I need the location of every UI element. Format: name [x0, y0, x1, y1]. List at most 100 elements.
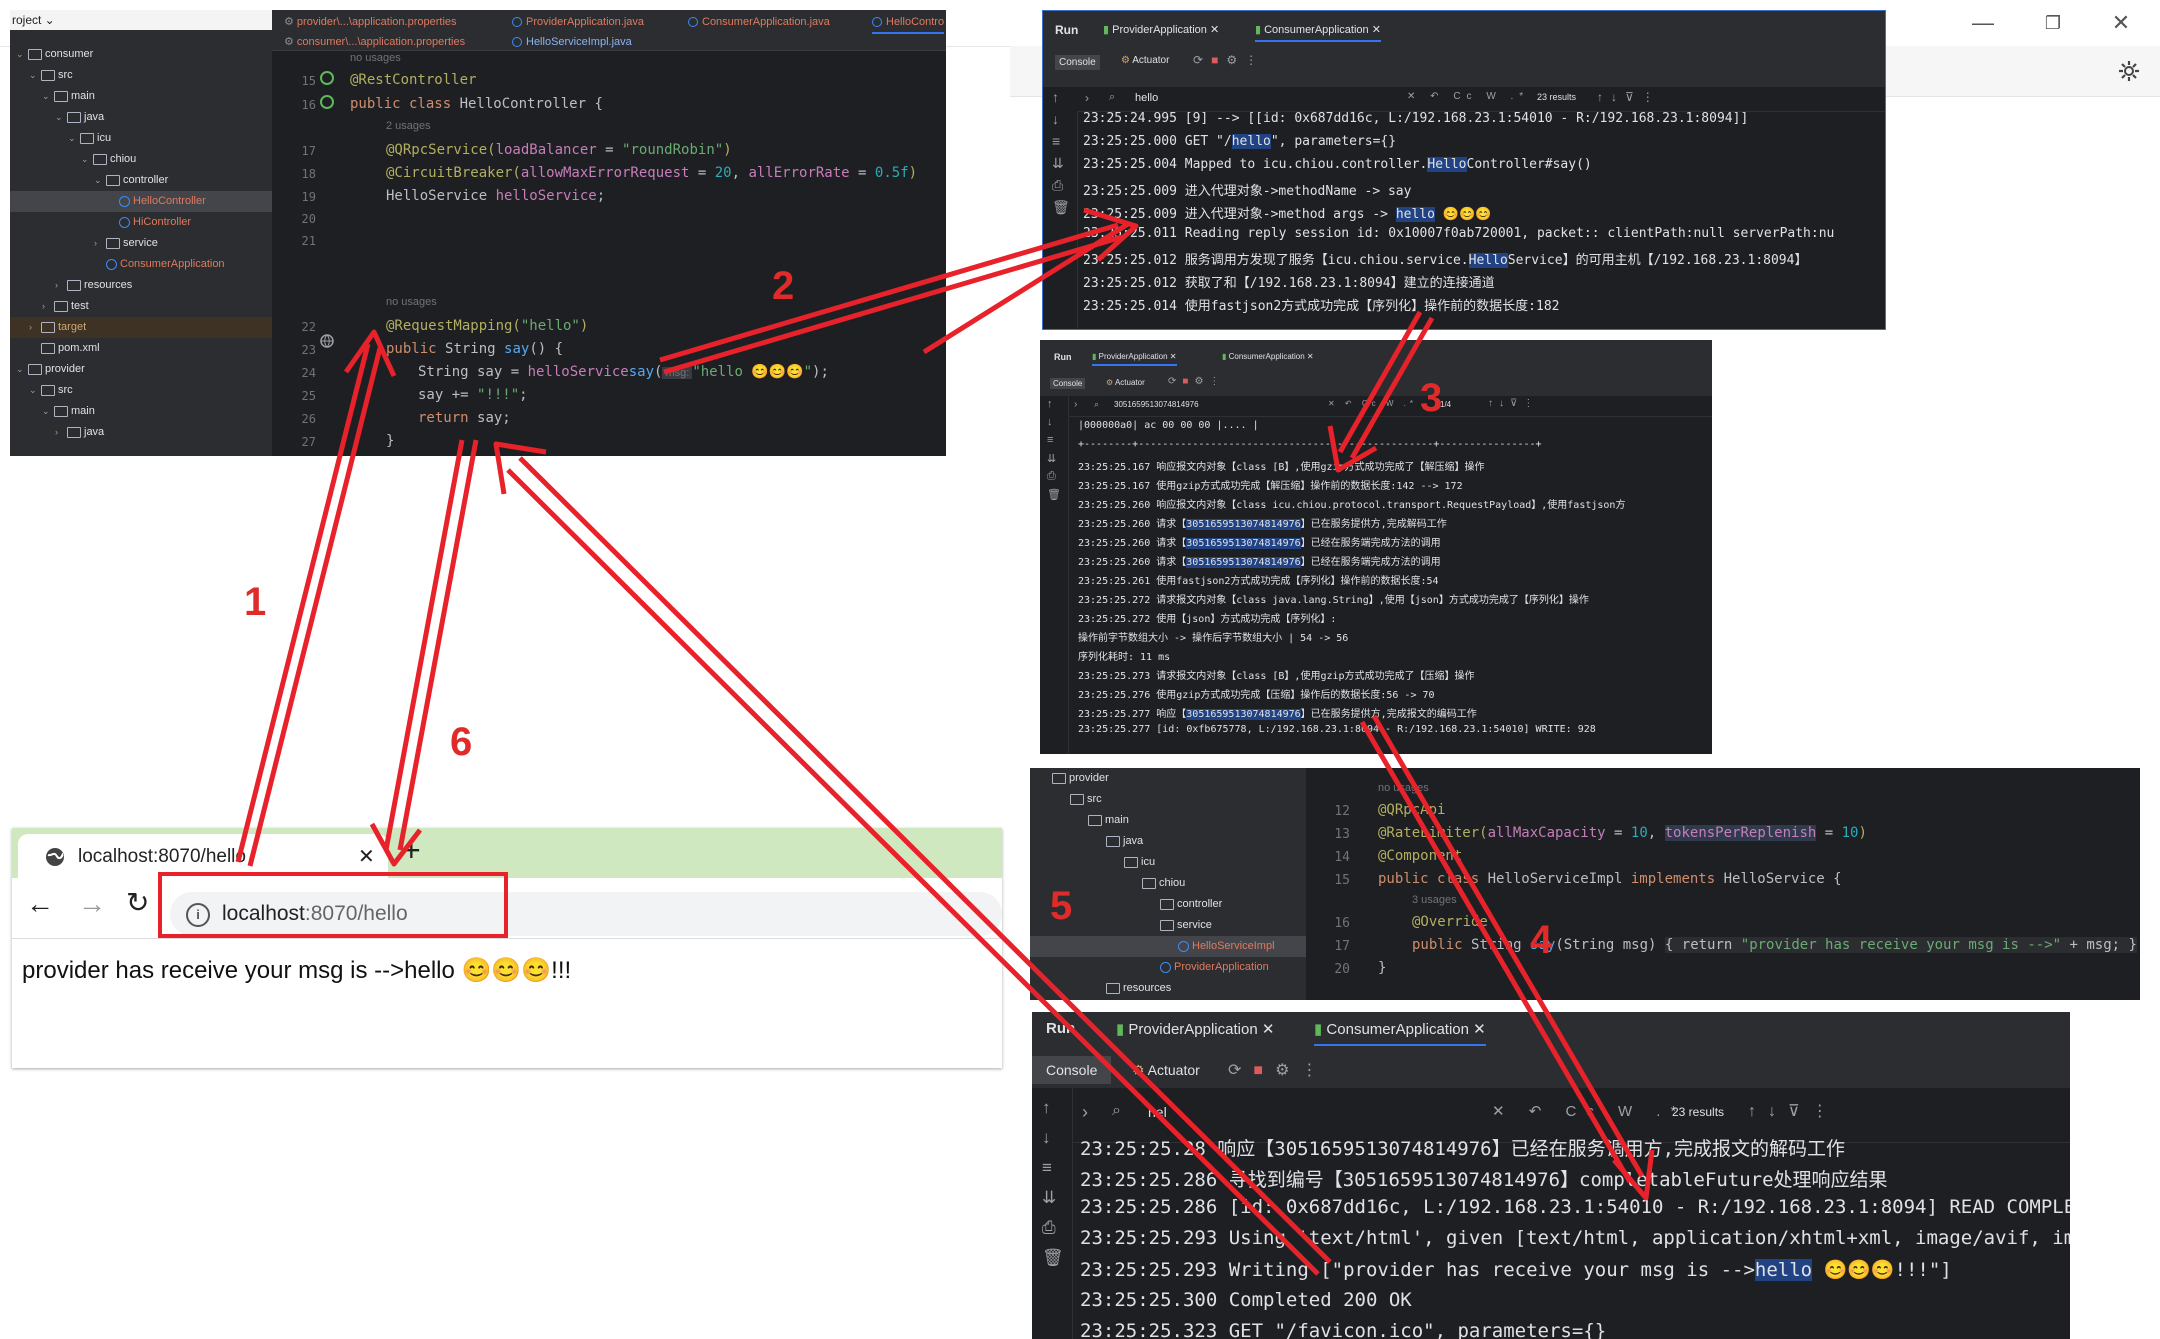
tree-item[interactable]: ⌄ consumer: [10, 44, 272, 65]
tree-item[interactable]: › test: [10, 296, 272, 317]
tree-item[interactable]: ⌄ main: [10, 86, 272, 107]
console-tab[interactable]: Console: [1055, 55, 1100, 70]
info-icon[interactable]: i: [186, 903, 210, 927]
chevron-right-icon[interactable]: ›: [55, 275, 67, 296]
down-icon[interactable]: ↓: [1047, 416, 1053, 428]
console-actions[interactable]: ⟳■⚙⋮: [1168, 376, 1225, 387]
tree-item[interactable]: java: [1030, 831, 1306, 852]
search-input[interactable]: hello: [1135, 92, 1158, 104]
chevron-down-icon[interactable]: ⌄: [16, 359, 28, 380]
new-tab-button[interactable]: +: [402, 832, 421, 869]
tree-item[interactable]: ⌄ src: [10, 380, 272, 401]
tree-item[interactable]: ⌄ src: [10, 65, 272, 86]
scroll-end-icon[interactable]: ⇊: [1047, 452, 1056, 465]
tab-provider-application[interactable]: ▮ ProviderApplication ✕: [1103, 23, 1219, 36]
tree-item[interactable]: › java: [10, 422, 272, 443]
tab-consumer-application[interactable]: ▮ ConsumerApplication ✕: [1255, 23, 1381, 42]
tree-item[interactable]: ConsumerApplication: [10, 254, 272, 275]
chevron-down-icon[interactable]: ⌄: [16, 44, 28, 65]
chevron-down-icon[interactable]: ⌄: [68, 128, 80, 149]
print-icon[interactable]: ⎙: [1052, 177, 1063, 194]
search-input[interactable]: 3051659513074814976: [1114, 400, 1199, 409]
code-editor[interactable]: no usages @RestController public class H…: [350, 50, 946, 456]
scroll-end-icon[interactable]: ⇊: [1042, 1188, 1056, 1208]
search-nav[interactable]: ↑↓⊽⋮: [1488, 398, 1539, 409]
close-icon[interactable]: ✕: [358, 844, 375, 869]
tab-provider-application[interactable]: ▮ ProviderApplication ✕: [1092, 352, 1177, 366]
gear-icon[interactable]: [2116, 58, 2142, 84]
chevron-down-icon[interactable]: ⌄: [42, 401, 54, 422]
search-input[interactable]: hel: [1148, 1104, 1167, 1120]
tree-item[interactable]: ⌄ java: [10, 107, 272, 128]
trash-icon[interactable]: 🗑: [1047, 488, 1061, 501]
actuator-tab[interactable]: ⚙ Actuator: [1121, 55, 1169, 66]
tree-item[interactable]: HiController: [10, 212, 272, 233]
tab-provider-application[interactable]: ▮ ProviderApplication ✕: [1116, 1020, 1274, 1038]
tab-consumer-application[interactable]: ConsumerApplication.java: [688, 12, 830, 32]
tree-item[interactable]: ⌄ provider: [10, 359, 272, 380]
forward-icon[interactable]: →: [78, 888, 106, 920]
print-icon[interactable]: ⎙: [1042, 1218, 1056, 1238]
down-icon[interactable]: ↓: [1052, 111, 1059, 127]
tab-consumer-application[interactable]: ▮ ConsumerApplication ✕: [1222, 352, 1314, 361]
tree-item[interactable]: pom.xml: [10, 338, 272, 359]
up-icon[interactable]: ↑: [1052, 89, 1059, 105]
search-nav[interactable]: ↑↓⊽⋮: [1597, 90, 1662, 104]
up-icon[interactable]: ↑: [1047, 398, 1053, 410]
back-icon[interactable]: ←: [26, 888, 54, 920]
chevron-down-icon[interactable]: ⌄: [81, 149, 93, 170]
chevron-down-icon[interactable]: ⌄: [29, 65, 41, 86]
code-editor[interactable]: no usages @QRpcApi @RateLimiter(allMaxCa…: [1378, 768, 2140, 1000]
tree-item[interactable]: HelloController: [10, 191, 272, 212]
chevron-down-icon[interactable]: ⌄: [94, 170, 106, 191]
console-actions[interactable]: ⟳■⚙⋮: [1193, 53, 1265, 67]
chevron-down-icon[interactable]: ⌄: [42, 86, 54, 107]
tree-item[interactable]: provider: [1030, 768, 1306, 789]
tab-helloserviceimpl[interactable]: HelloServiceImpl.java: [512, 32, 632, 52]
chevron-right-icon[interactable]: ›: [94, 233, 106, 254]
tree-item[interactable]: main: [1030, 810, 1306, 831]
scroll-end-icon[interactable]: ⇊: [1052, 155, 1064, 172]
tree-item[interactable]: HelloServiceImpl: [1030, 936, 1306, 957]
minimize-button[interactable]: —: [1968, 8, 1998, 38]
browser-tab[interactable]: localhost:8070/hello ✕: [18, 834, 388, 878]
tree-item[interactable]: ⌄ icu: [10, 128, 272, 149]
tree-item[interactable]: › target: [10, 317, 272, 338]
wrap-icon[interactable]: ≡: [1047, 434, 1053, 446]
wrap-icon[interactable]: ≡: [1052, 133, 1060, 149]
tree-item[interactable]: ⌄ controller: [10, 170, 272, 191]
tree-item[interactable]: › service: [10, 233, 272, 254]
print-icon[interactable]: ⎙: [1047, 470, 1056, 483]
up-icon[interactable]: ↑: [1042, 1098, 1051, 1118]
actuator-tab[interactable]: ⚙ Actuator: [1132, 1062, 1200, 1079]
search-options[interactable]: ✕ ↶ Cc W .*: [1407, 91, 1529, 102]
console-tab[interactable]: Console: [1050, 378, 1086, 389]
trash-icon[interactable]: 🗑: [1042, 1248, 1064, 1268]
console-tab[interactable]: Console: [1032, 1056, 1112, 1084]
tree-item[interactable]: › resources: [10, 275, 272, 296]
actuator-tab[interactable]: ⚙ Actuator: [1106, 378, 1145, 387]
tab-provider-properties[interactable]: ⚙ provider\...\application.properties: [284, 12, 457, 32]
tab-hello-controller[interactable]: HelloContro: [872, 12, 945, 34]
tab-provider-application[interactable]: ProviderApplication.java: [512, 12, 644, 32]
chevron-right-icon[interactable]: ›: [42, 296, 54, 317]
down-icon[interactable]: ↓: [1042, 1128, 1051, 1148]
tab-consumer-application[interactable]: ▮ ConsumerApplication ✕: [1314, 1020, 1486, 1046]
close-button[interactable]: ✕: [2106, 8, 2136, 38]
chevron-down-icon[interactable]: ⌄: [55, 107, 67, 128]
address-bar[interactable]: i localhost:8070/hello: [170, 892, 1002, 936]
wrap-icon[interactable]: ≡: [1042, 1158, 1052, 1178]
reload-icon[interactable]: ↻: [126, 886, 149, 919]
tree-item[interactable]: ⌄ main: [10, 401, 272, 422]
tree-item[interactable]: ⌄ chiou: [10, 149, 272, 170]
tab-consumer-properties[interactable]: ⚙ consumer\...\application.properties: [284, 32, 465, 52]
tree-item[interactable]: resources: [1030, 978, 1306, 999]
search-options[interactable]: ✕ ↶ Cc W .*: [1492, 1102, 1686, 1120]
chevron-right-icon[interactable]: ›: [55, 422, 67, 443]
trash-icon[interactable]: 🗑: [1052, 199, 1070, 216]
search-options[interactable]: ✕ ↶ Cc W .*: [1328, 399, 1417, 408]
chevron-down-icon[interactable]: ⌄: [29, 380, 41, 401]
search-nav[interactable]: ↑↓⊽⋮: [1748, 1101, 1840, 1121]
tree-item[interactable]: icu: [1030, 852, 1306, 873]
tree-item[interactable]: ProviderApplication: [1030, 957, 1306, 978]
